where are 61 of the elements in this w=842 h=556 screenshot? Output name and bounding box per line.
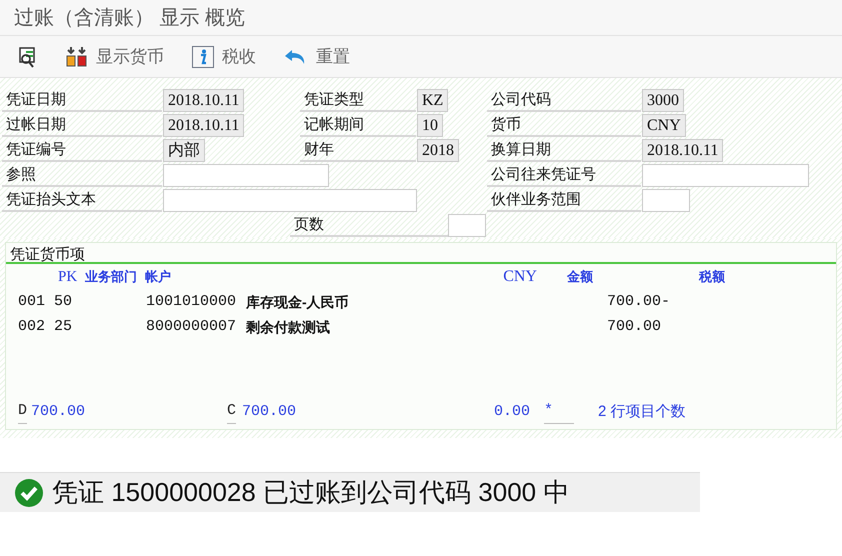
toolbar-button[interactable]: 重置 — [284, 44, 350, 70]
display-field: KZ — [417, 89, 448, 112]
display-field: 10 — [417, 114, 443, 137]
section-title: 凭证货币项 — [10, 246, 85, 263]
display-field: 2018.10.11 — [642, 139, 724, 162]
display-field: 3000 — [642, 89, 684, 112]
status-message: 凭证 1500000028 已过账到公司代码 3000 中 — [52, 476, 570, 509]
sort-blocks-icon — [66, 46, 88, 68]
field-label: 财年 — [300, 139, 416, 162]
toolbar-button[interactable] — [18, 46, 38, 68]
line-item-count: 2 行项目个数 — [598, 402, 686, 422]
debit-label: D — [18, 400, 28, 424]
column-header: 金额 — [566, 268, 593, 286]
input-field[interactable] — [163, 164, 329, 187]
column-header: 帐户 — [145, 268, 172, 286]
column-header: PK — [58, 268, 78, 287]
table-cell-text: 700.00- — [606, 292, 670, 312]
field-label: 伙伴业务范围 — [487, 189, 641, 212]
balance-flag: * — [544, 400, 574, 424]
table-cell-text: 001 — [18, 292, 46, 312]
table-cell-text: 1001010000 — [146, 292, 238, 312]
field-label: 凭证抬头文本 — [2, 189, 162, 212]
display-field: 2018 — [417, 139, 459, 162]
field-label: 公司代码 — [487, 89, 641, 112]
table-cell-text: 剩余付款测试 — [246, 318, 331, 337]
table-cell-text: 002 — [18, 317, 46, 338]
table-cell-text: 700.00 — [606, 317, 662, 338]
input-field[interactable] — [642, 189, 690, 212]
input-field[interactable] — [448, 214, 486, 237]
table-cell-text: 25 — [54, 317, 74, 338]
field-label: 凭证类型 — [300, 89, 416, 112]
table-cell-text: 库存现金-人民币 — [246, 293, 350, 312]
field-label: 凭证日期 — [2, 89, 162, 112]
debit-total: 700.00 — [31, 402, 86, 422]
display-field: 2018.10.11 — [163, 114, 244, 137]
field-label: 公司往来凭证号 — [487, 164, 641, 187]
input-field[interactable] — [163, 189, 417, 212]
field-label: 凭证编号 — [2, 139, 162, 162]
window-title: 过账（含清账） 显示 概览 — [14, 6, 246, 30]
toolbar-button[interactable]: 税收 — [192, 44, 256, 70]
info-icon — [192, 46, 214, 68]
field-label: 参照 — [2, 164, 162, 187]
field-label: 货币 — [487, 114, 641, 137]
table-cell-text: 8000000007 — [146, 317, 238, 338]
display-field: 内部 — [163, 139, 205, 162]
display-field: 2018.10.11 — [163, 89, 244, 112]
credit-label: C — [227, 400, 236, 424]
column-header: 税额 — [698, 268, 725, 286]
input-field[interactable] — [642, 164, 809, 187]
table-cell-text: 50 — [54, 292, 74, 312]
display-field: CNY — [642, 114, 686, 137]
document-search-icon — [18, 46, 38, 68]
credit-total: 700.00 — [242, 402, 298, 422]
column-header: CNY — [503, 267, 537, 287]
column-header: 业务部门 — [85, 268, 138, 286]
check-icon — [14, 478, 44, 508]
balance: 0.00 — [494, 402, 530, 422]
field-label: 过帐日期 — [2, 114, 162, 137]
field-label: 换算日期 — [487, 139, 641, 162]
field-label: 记帐期间 — [300, 114, 416, 137]
toolbar-button[interactable]: 显示货币 — [66, 44, 164, 70]
